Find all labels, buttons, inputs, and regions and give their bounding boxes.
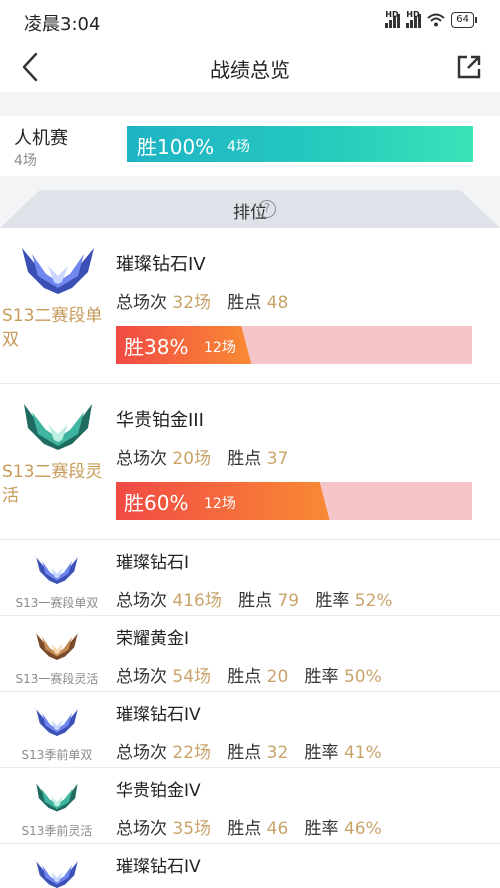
win-games: 12场 — [204, 496, 236, 512]
season-card[interactable]: S13二赛段灵活 华贵铂金III 总场次 20场 胜点 37 胜60% 12场 — [0, 384, 500, 540]
pve-row[interactable]: 人机赛 4场 胜100% 4场 — [0, 116, 500, 176]
season-card[interactable]: S13一赛段灵活 荣耀黄金I 总场次 54场 胜点 20 胜率 50% — [0, 616, 500, 692]
season-label: S13季前单双 — [21, 748, 93, 762]
win-games: 12场 — [204, 340, 236, 356]
divider — [0, 176, 500, 190]
diamond-emblem-icon — [22, 248, 94, 294]
season-label: S13二赛段灵活 — [2, 462, 103, 506]
divider — [0, 92, 500, 116]
diamond-emblem-icon — [36, 861, 78, 888]
share-icon[interactable] — [456, 54, 482, 80]
status-icons: HD HD 64 — [385, 10, 477, 28]
nav-bar: 战绩总览 — [0, 44, 500, 92]
season-stats: 总场次 32场 胜点 48 — [116, 293, 289, 313]
pve-games: 4场 — [227, 139, 250, 155]
tier-name: 璀璨钻石IV — [116, 254, 206, 275]
ranked-title: 排位 — [233, 203, 267, 223]
diamond-emblem-icon — [36, 557, 78, 584]
tier-name: 华贵铂金IV — [116, 781, 201, 801]
page-title: 战绩总览 — [210, 58, 290, 82]
season-card[interactable]: S13季前单双 璀璨钻石IV 总场次 22场 胜点 32 胜率 41% — [0, 692, 500, 768]
winrate-bar: 胜38% 12场 — [116, 326, 472, 364]
signal-icon: HD — [385, 10, 401, 28]
tier-name: 璀璨钻石IV — [116, 705, 201, 725]
status-time: 凌晨3:04 — [24, 14, 101, 35]
tier-name: 璀璨钻石IV — [116, 857, 201, 877]
season-stats: 总场次 22场 胜点 32 胜率 41% — [116, 743, 382, 763]
ranked-header: 排位 — [0, 190, 500, 228]
season-card[interactable]: S13二赛段单双 璀璨钻石IV 总场次 32场 胜点 48 胜38% 12场 — [0, 228, 500, 384]
season-card[interactable]: S13一赛段单双 璀璨钻石I 总场次 416场 胜点 79 胜率 52% — [0, 540, 500, 616]
season-stats: 总场次 20场 胜点 37 — [116, 449, 289, 469]
pve-rate: 胜100% — [137, 135, 215, 159]
signal-icon: HD — [406, 10, 422, 28]
wifi-icon — [427, 13, 445, 27]
diamond-emblem-icon — [36, 709, 78, 736]
win-rate: 胜38% — [124, 335, 189, 359]
platinum-emblem-icon — [36, 783, 78, 812]
battery-icon: 64 — [451, 12, 477, 28]
win-rate: 胜60% — [124, 491, 189, 515]
season-stats: 总场次 35场 胜点 46 胜率 46% — [116, 819, 382, 839]
help-icon[interactable]: ? — [258, 200, 276, 218]
tier-name: 荣耀黄金I — [116, 629, 190, 649]
pve-name: 人机赛 — [14, 128, 68, 149]
season-card[interactable]: 璀璨钻石IV — [0, 844, 500, 888]
tier-name: 华贵铂金III — [116, 410, 204, 431]
season-card[interactable]: S13季前灵活 华贵铂金IV 总场次 35场 胜点 46 胜率 46% — [0, 768, 500, 844]
gold-emblem-icon — [36, 633, 78, 660]
status-bar: 凌晨3:04 HD HD 64 — [0, 0, 500, 44]
winrate-bar: 胜60% 12场 — [116, 482, 472, 520]
season-label: S13一赛段单双 — [15, 596, 99, 610]
pve-winrate-bar: 胜100% 4场 — [127, 126, 473, 162]
tier-name: 璀璨钻石I — [116, 553, 190, 573]
season-stats: 总场次 416场 胜点 79 胜率 52% — [116, 591, 393, 611]
season-stats: 总场次 54场 胜点 20 胜率 50% — [116, 667, 382, 687]
season-label: S13季前灵活 — [21, 824, 93, 838]
season-label: S13二赛段单双 — [2, 306, 103, 350]
season-label: S13一赛段灵活 — [15, 672, 99, 686]
platinum-emblem-icon — [24, 404, 92, 450]
pve-count: 4场 — [14, 153, 37, 169]
